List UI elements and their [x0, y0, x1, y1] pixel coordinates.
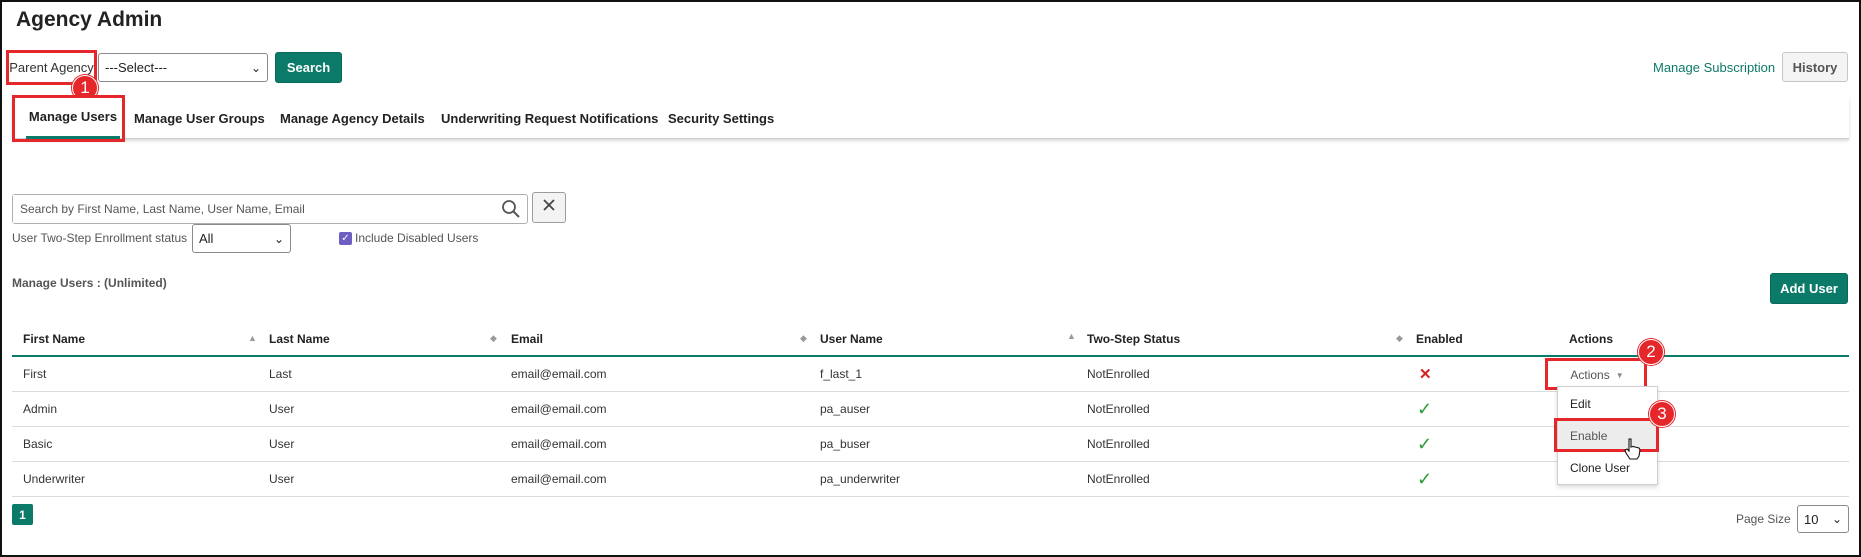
- page-size-value: 10: [1804, 511, 1819, 527]
- cell-first-name: Basic: [23, 437, 53, 451]
- chevron-down-icon: ⌄: [273, 231, 284, 246]
- disabled-x-icon: ✕: [1419, 366, 1432, 383]
- cell-email: email@email.com: [511, 402, 607, 416]
- chevron-down-icon: ⌄: [250, 60, 261, 75]
- column-header-first-name[interactable]: First Name: [23, 332, 85, 346]
- cell-last-name: User: [269, 402, 295, 416]
- cell-two-step-status: NotEnrolled: [1087, 367, 1150, 381]
- cell-two-step-status: NotEnrolled: [1087, 402, 1150, 416]
- column-header-enabled[interactable]: Enabled: [1416, 332, 1463, 346]
- cell-user-name: f_last_1: [820, 367, 863, 381]
- hand-cursor-icon: [1624, 438, 1642, 465]
- tab-manage-agency-details[interactable]: Manage Agency Details: [280, 97, 425, 139]
- sort-ascending-icon[interactable]: ▲: [1067, 331, 1076, 341]
- annotation-badge-2-text: 2: [1646, 342, 1656, 361]
- search-button[interactable]: Search: [275, 52, 342, 83]
- sort-icon[interactable]: ◆: [490, 333, 497, 344]
- cell-user-name: pa_buser: [820, 437, 871, 451]
- parent-agency-select[interactable]: ---Select--- ⌄: [98, 53, 268, 82]
- cell-user-name: pa_underwriter: [820, 472, 901, 486]
- parent-agency-label-text: Parent Agency: [9, 60, 94, 75]
- include-disabled-label[interactable]: Include Disabled Users: [355, 231, 478, 245]
- annotation-badge-3: 3: [1649, 401, 1675, 427]
- cell-first-name: First: [23, 367, 47, 381]
- annotation-highlight-tab: [12, 95, 125, 142]
- tab-manage-agency-details-label: Manage Agency Details: [280, 110, 425, 126]
- tab-manage-user-groups[interactable]: Manage User Groups: [134, 97, 265, 139]
- user-search-box: [12, 194, 528, 224]
- tab-security-settings[interactable]: Security Settings: [668, 97, 774, 139]
- table-header-divider: [12, 355, 1849, 357]
- search-button-label: Search: [286, 60, 331, 75]
- sort-icon[interactable]: ▲︎: [248, 333, 257, 343]
- page-size-label: Page Size: [1736, 512, 1791, 526]
- enabled-check-icon: ✓: [1417, 399, 1433, 419]
- column-header-actions: Actions: [1569, 332, 1614, 346]
- enabled-check-icon: ✓: [1417, 434, 1433, 454]
- parent-agency-select-value: ---Select---: [105, 60, 168, 75]
- clear-search-button[interactable]: [532, 192, 566, 223]
- cell-email: email@email.com: [511, 472, 607, 486]
- add-user-button-label: Add User: [1780, 281, 1838, 296]
- sort-icon[interactable]: ◆: [800, 333, 807, 344]
- cell-first-name: Admin: [23, 402, 58, 416]
- enabled-check-icon: ✓: [1417, 469, 1433, 489]
- page-size-select[interactable]: 10 ⌄: [1797, 505, 1849, 533]
- annotation-badge-2: 2: [1638, 339, 1664, 365]
- menu-item-edit-label: Edit: [1570, 397, 1591, 411]
- enrollment-status-value: All: [199, 231, 214, 246]
- cell-user-name: pa_auser: [820, 402, 871, 416]
- include-disabled-checkbox[interactable]: ✓: [339, 232, 352, 245]
- row-divider: [12, 496, 1849, 497]
- cell-last-name: User: [269, 437, 295, 451]
- menu-item-clone-user[interactable]: Clone User: [1558, 453, 1657, 483]
- cell-two-step-status: NotEnrolled: [1087, 437, 1150, 451]
- enrollment-status-select[interactable]: All ⌄: [192, 224, 291, 253]
- user-search-input[interactable]: [13, 195, 483, 223]
- tab-underwriting-request-notifications-label: Underwriting Request Notifications: [441, 110, 659, 126]
- annotation-badge-3-text: 3: [1657, 404, 1667, 423]
- cell-email: email@email.com: [511, 367, 607, 381]
- tab-underwriting-request-notifications[interactable]: Underwriting Request Notifications: [441, 97, 658, 139]
- chevron-down-icon: ⌄: [1831, 512, 1842, 526]
- column-header-last-name[interactable]: Last Name: [269, 332, 330, 346]
- pagination-page-1-label: 1: [19, 507, 26, 522]
- tab-manage-user-groups-label: Manage User Groups: [134, 110, 265, 126]
- column-header-user-name[interactable]: User Name: [820, 332, 883, 346]
- tab-security-settings-label: Security Settings: [668, 110, 775, 126]
- tab-bar: Manage Users Manage User Groups Manage A…: [12, 97, 1849, 139]
- add-user-button[interactable]: Add User: [1770, 273, 1848, 304]
- pagination-page-1[interactable]: 1: [12, 504, 33, 525]
- cell-last-name: Last: [269, 367, 292, 381]
- manage-subscription-link[interactable]: Manage Subscription: [1653, 60, 1775, 75]
- cell-two-step-status: NotEnrolled: [1087, 472, 1150, 486]
- column-header-email[interactable]: Email: [511, 332, 543, 346]
- check-icon: ✓: [341, 233, 350, 244]
- cell-last-name: User: [269, 472, 295, 486]
- cell-email: email@email.com: [511, 437, 607, 451]
- menu-item-edit[interactable]: Edit: [1558, 389, 1657, 419]
- history-button-label: History: [1792, 59, 1838, 75]
- annotation-highlight-enable: [1554, 418, 1659, 452]
- close-icon: [542, 198, 556, 217]
- history-button[interactable]: History: [1782, 52, 1848, 82]
- menu-item-clone-user-label: Clone User: [1570, 461, 1631, 475]
- column-header-two-step-status[interactable]: Two-Step Status: [1087, 332, 1180, 346]
- enrollment-status-label: User Two-Step Enrollment status: [12, 231, 188, 245]
- section-title: Manage Users : (Unlimited): [12, 276, 167, 290]
- cell-first-name: Underwriter: [23, 472, 86, 486]
- sort-icon[interactable]: ◆: [1396, 333, 1403, 344]
- search-icon[interactable]: [501, 199, 521, 224]
- page-title: Agency Admin: [16, 8, 163, 31]
